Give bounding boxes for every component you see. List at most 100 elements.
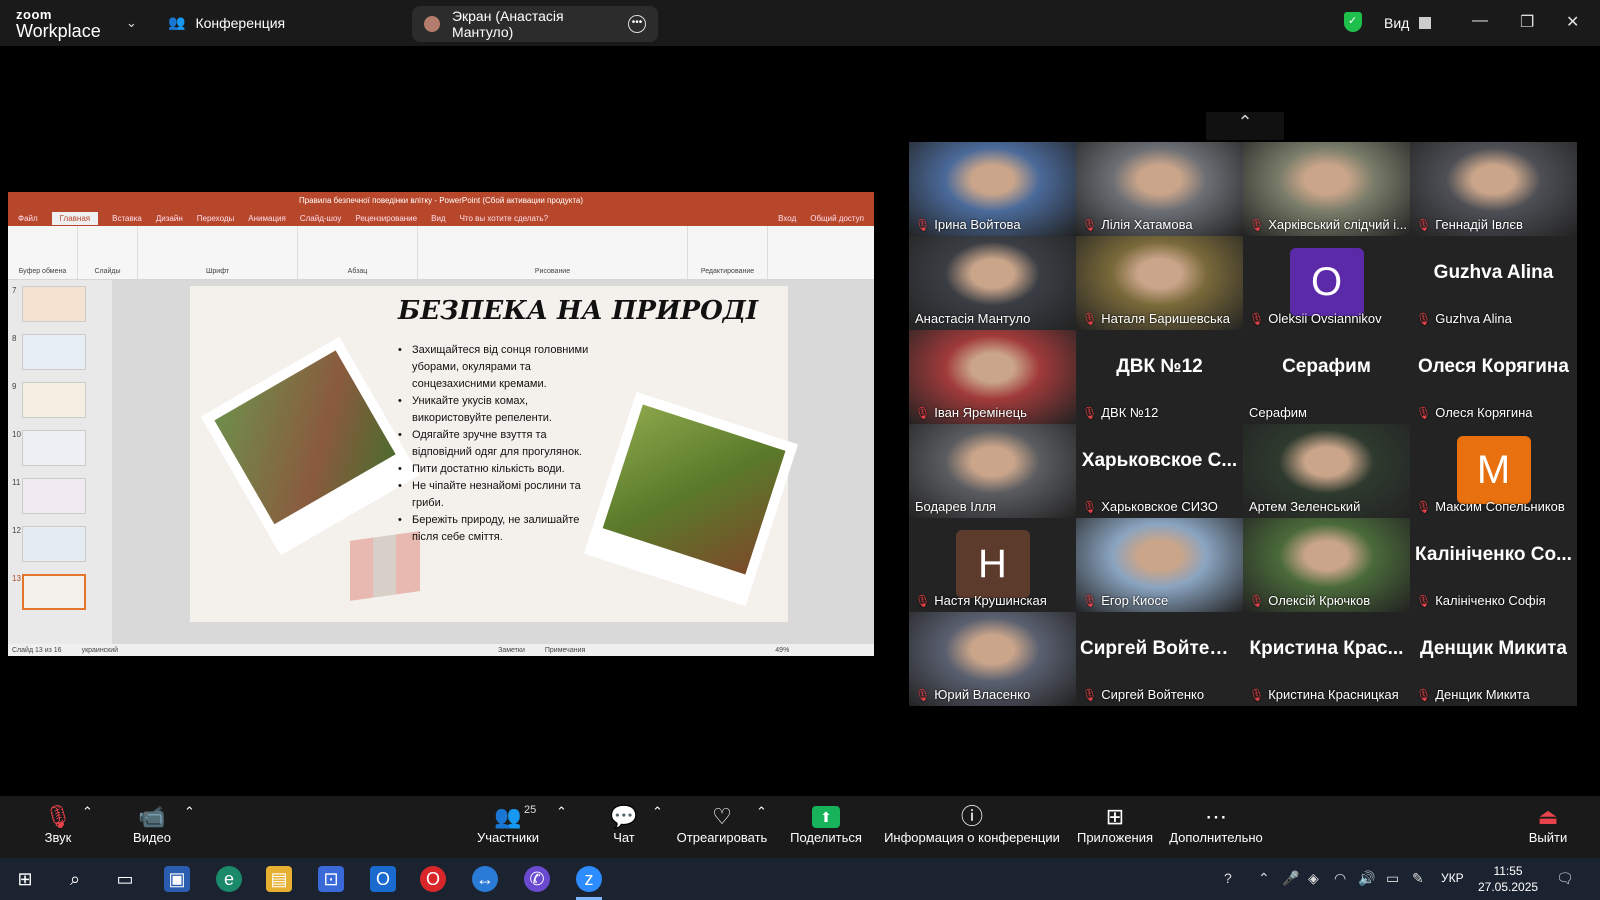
ppt-tab[interactable]: Слайд-шоу [300,214,341,223]
participant-tile[interactable]: 🎙 Іван Яремінець [909,330,1076,424]
participant-tile[interactable]: Харьковское С... 🎙 Харьковское СИЗО [1076,424,1243,518]
tray-expand-icon[interactable]: ⌃ [1258,870,1270,887]
restore-icon[interactable]: ❐ [1520,12,1534,32]
task-view-icon[interactable]: ▭ [112,866,138,892]
outlook-icon[interactable]: O [370,866,396,892]
security-shield-icon[interactable] [1344,12,1362,32]
participant-tile[interactable]: 🎙 Геннадій Івлєв [1410,142,1577,236]
zoom-logo[interactable]: zoom Workplace [16,8,101,40]
ppt-tab[interactable]: Анимация [248,214,286,223]
participant-tile[interactable]: 🎙 Олексій Крючков [1243,518,1410,612]
participants-button[interactable]: 👥 25 Участники [472,804,544,845]
audio-options-caret[interactable]: ⌃ [82,804,93,820]
input-language[interactable]: УКР [1441,871,1464,885]
video-options-caret[interactable]: ⌃ [184,804,195,820]
participant-tile[interactable]: 🎙 Харківський слідчий і... [1243,142,1410,236]
leave-button[interactable]: ⏏ Выйти [1528,804,1568,845]
meeting-info-button[interactable]: ⓘ Информация о конференции [884,804,1060,845]
participants-caret[interactable]: ⌃ [556,804,567,820]
battery-icon[interactable]: ▭ [1386,870,1399,887]
ppt-tell-me[interactable]: Что вы хотите сделать? [460,214,548,223]
ppt-tab-home[interactable]: Главная [51,211,99,225]
chat-button[interactable]: 💬 Чат [604,804,644,845]
opera-icon[interactable]: O [420,866,446,892]
gallery-collapse-button[interactable]: ⌃ [1206,112,1284,140]
participant-tile[interactable]: Калініченко Со... 🎙 Калініченко Софія [1410,518,1577,612]
edge-icon[interactable]: e [216,866,242,892]
slide-thumbnail[interactable] [22,478,86,514]
defender-icon[interactable]: ◈ [1308,870,1319,887]
participant-tile[interactable]: 🎙 Ірина Войтова [909,142,1076,236]
save-app-icon[interactable]: ▣ [164,866,190,892]
store-icon[interactable]: ⊡ [318,866,344,892]
ppt-tab[interactable]: Вставка [112,214,142,223]
ppt-tab[interactable]: Файл [18,214,38,223]
microphone-icon[interactable]: 🎤 [1282,870,1299,887]
react-caret[interactable]: ⌃ [756,804,767,820]
participant-tile[interactable]: Олеся Корягина 🎙 Олеся Корягина [1410,330,1577,424]
participant-tile[interactable]: Артем Зеленський [1243,424,1410,518]
close-icon[interactable]: ✕ [1566,12,1579,32]
ppt-tab[interactable]: Переходы [197,214,235,223]
viber-icon[interactable]: ✆ [524,866,550,892]
windows-start-icon[interactable]: ⊞ [12,866,38,892]
audio-button[interactable]: 🎙 Звук [34,804,82,845]
slide-thumbnail[interactable] [22,334,86,370]
status-zoom[interactable]: 49% [775,647,789,654]
ppt-tab[interactable]: Дизайн [156,214,183,223]
participant-tile[interactable]: Сиргей Войтенко 🎙 Сиргей Войтенко [1076,612,1243,706]
video-button[interactable]: 📹 Видео [128,804,176,845]
volume-icon[interactable]: 🔊 [1358,870,1375,887]
participant-tile[interactable]: ДВК №12 🎙 ДВК №12 [1076,330,1243,424]
more-button[interactable]: ⋯ Дополнительно [1166,804,1266,845]
share-screen-button[interactable]: ⬆ Поделиться [790,804,862,845]
ppt-signin[interactable]: Вход [778,214,796,223]
participant-tile[interactable]: 🎙 Юрий Власенко [909,612,1076,706]
ppt-tab[interactable]: Рецензирование [355,214,417,223]
more-options-icon[interactable]: ••• [628,15,647,33]
ribbon-group: Абзац [298,226,418,279]
ppt-share[interactable]: Общий доступ [810,214,864,223]
slide-thumbnail[interactable] [22,286,86,322]
participant-label: 🎙 Oleksii Ovsiannikov [1249,311,1382,326]
view-menu[interactable]: Вид [1384,15,1432,31]
participant-name: Кристина Красницкая [1268,687,1399,702]
wifi-icon[interactable]: ◠ [1334,870,1346,887]
chevron-down-icon[interactable]: ⌄ [126,15,137,31]
participant-label: 🎙 Guzhva Alina [1416,311,1512,326]
participant-tile[interactable]: Бодарев Ілля [909,424,1076,518]
status-notes[interactable]: Заметки [498,647,525,654]
chat-caret[interactable]: ⌃ [652,804,663,820]
participant-tile[interactable]: Серафим Серафим [1243,330,1410,424]
participant-tile[interactable]: O 🎙 Oleksii Ovsiannikov [1243,236,1410,330]
apps-button[interactable]: ⊞ Приложения [1074,804,1156,845]
slide-thumbnail[interactable] [22,526,86,562]
teamviewer-icon[interactable]: ↔ [472,866,498,892]
notifications-icon[interactable]: 🗨 [1556,870,1574,887]
zoom-taskbar-icon[interactable]: z [576,866,602,892]
participant-tile[interactable]: Кристина Крас... 🎙 Кристина Красницкая [1243,612,1410,706]
file-explorer-icon[interactable]: ▤ [266,866,292,892]
status-comments[interactable]: Примечания [545,647,585,654]
slide-thumbnail[interactable] [22,382,86,418]
participant-tile[interactable]: Денщик Микита 🎙 Денщик Микита [1410,612,1577,706]
slide-thumbnail[interactable] [22,430,86,466]
search-icon[interactable]: ⌕ [62,866,88,892]
participant-tile[interactable]: Guzhva Alina 🎙 Guzhva Alina [1410,236,1577,330]
participant-tile[interactable]: M 🎙 Максим Сопельников [1410,424,1577,518]
meeting-menu[interactable]: 👥 Конференция [168,14,285,31]
minimize-icon[interactable]: — [1472,12,1488,30]
help-icon[interactable]: ? [1224,870,1232,886]
participant-tile[interactable]: Анастасія Мантуло [909,236,1076,330]
participant-tile[interactable]: 🎙 Лілія Хатамова [1076,142,1243,236]
participant-tile[interactable]: 🎙 Наталя Баришевська [1076,236,1243,330]
slide-thumbnail-current[interactable] [22,574,86,610]
pen-icon[interactable]: ✎ [1412,870,1424,887]
participant-tile[interactable]: 🎙 Егор Киосе [1076,518,1243,612]
participant-tile[interactable]: Н 🎙 Настя Крушинская [909,518,1076,612]
screen-share-indicator[interactable]: Экран (Анастасія Мантуло) ••• [412,6,658,42]
react-button[interactable]: ♡ Отреагировать [676,804,768,845]
ppt-tab[interactable]: Вид [431,214,445,223]
clock[interactable]: 11:55 27.05.2025 [1478,863,1538,895]
mic-muted-icon: 🎙 [1416,687,1432,702]
